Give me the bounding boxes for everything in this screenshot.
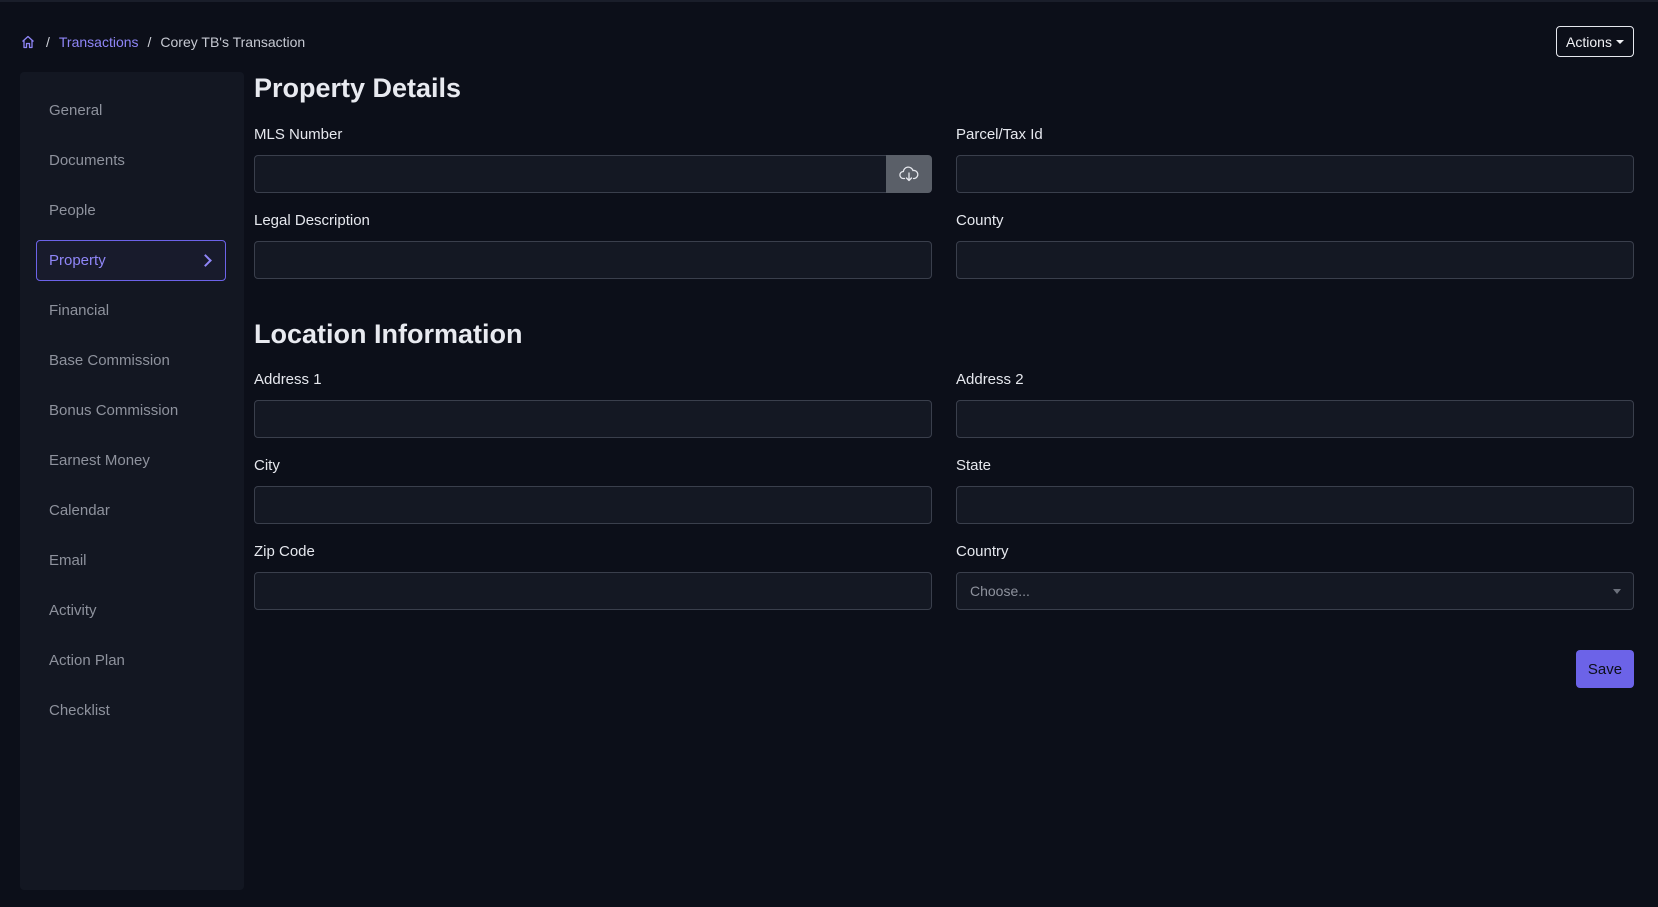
sidebar-item-bonus-commission[interactable]: Bonus Commission: [36, 390, 226, 431]
country-selected-value: Choose...: [970, 583, 1030, 599]
top-border: [0, 0, 1658, 2]
home-icon[interactable]: [20, 34, 36, 50]
sidebar-item-label: Checklist: [49, 702, 110, 719]
zip-code-label: Zip Code: [254, 543, 315, 560]
sidebar-item-label: General: [49, 102, 103, 119]
sidebar-item-label: Earnest Money: [49, 452, 150, 469]
sidebar-item-label: Activity: [49, 602, 97, 619]
sidebar-item-label: Bonus Commission: [49, 402, 179, 419]
sidebar-item-earnest-money[interactable]: Earnest Money: [36, 440, 226, 481]
breadcrumb-separator: /: [46, 34, 50, 50]
sidebar-item-documents[interactable]: Documents: [36, 140, 226, 181]
property-details-title: Property Details: [254, 73, 462, 103]
sidebar-item-label: Email: [49, 552, 87, 569]
sidebar-item-people[interactable]: People: [36, 190, 226, 231]
address1-label: Address 1: [254, 371, 322, 388]
state-label: State: [956, 457, 992, 474]
parcel-tax-id-label: Parcel/Tax Id: [956, 126, 1043, 143]
breadcrumb: / Transactions / Corey TB's Transaction: [20, 32, 305, 52]
state-input[interactable]: [956, 486, 1634, 524]
location-information-title: Location Information: [254, 319, 523, 349]
sidebar-item-calendar[interactable]: Calendar: [36, 490, 226, 531]
country-select[interactable]: Choose...: [956, 572, 1634, 610]
country-label: Country: [956, 543, 1009, 560]
address1-input[interactable]: [254, 400, 932, 438]
save-button[interactable]: Save: [1576, 650, 1634, 688]
sidebar-item-label: Documents: [49, 152, 125, 169]
breadcrumb-link-transactions[interactable]: Transactions: [59, 34, 139, 50]
sidebar-item-activity[interactable]: Activity: [36, 590, 226, 631]
sidebar: General Documents People Property Financ…: [20, 72, 244, 890]
caret-down-icon: [1615, 40, 1624, 44]
cloud-download-icon: [899, 166, 919, 182]
sidebar-item-general[interactable]: General: [36, 90, 226, 131]
actions-dropdown-button[interactable]: Actions: [1556, 26, 1634, 57]
mls-number-label: MLS Number: [254, 126, 343, 143]
county-input[interactable]: [956, 241, 1634, 279]
sidebar-item-label: Calendar: [49, 502, 110, 519]
caret-down-icon: [1613, 588, 1621, 594]
zip-code-input[interactable]: [254, 572, 932, 610]
address2-input[interactable]: [956, 400, 1634, 438]
breadcrumb-current: Corey TB's Transaction: [160, 34, 306, 50]
chevron-right-icon: [199, 254, 212, 267]
sidebar-item-checklist[interactable]: Checklist: [36, 690, 226, 731]
sidebar-item-property[interactable]: Property: [36, 240, 226, 281]
legal-description-label: Legal Description: [254, 212, 370, 229]
city-input[interactable]: [254, 486, 932, 524]
sidebar-item-base-commission[interactable]: Base Commission: [36, 340, 226, 381]
sidebar-item-email[interactable]: Email: [36, 540, 226, 581]
mls-number-input[interactable]: [254, 155, 887, 193]
sidebar-item-label: Base Commission: [49, 352, 170, 369]
breadcrumb-separator: /: [147, 34, 152, 50]
actions-label: Actions: [1566, 33, 1612, 50]
sidebar-item-label: People: [49, 202, 96, 219]
sidebar-item-label: Action Plan: [49, 652, 125, 669]
parcel-tax-id-input[interactable]: [956, 155, 1634, 193]
sidebar-item-label: Financial: [49, 302, 110, 319]
sidebar-item-label: Property: [49, 252, 106, 269]
sidebar-item-action-plan[interactable]: Action Plan: [36, 640, 226, 681]
sidebar-item-financial[interactable]: Financial: [36, 290, 226, 331]
county-label: County: [956, 212, 1004, 229]
legal-description-input[interactable]: [254, 241, 932, 279]
mls-import-button[interactable]: [886, 155, 932, 193]
city-label: City: [254, 457, 280, 474]
address2-label: Address 2: [956, 371, 1024, 388]
